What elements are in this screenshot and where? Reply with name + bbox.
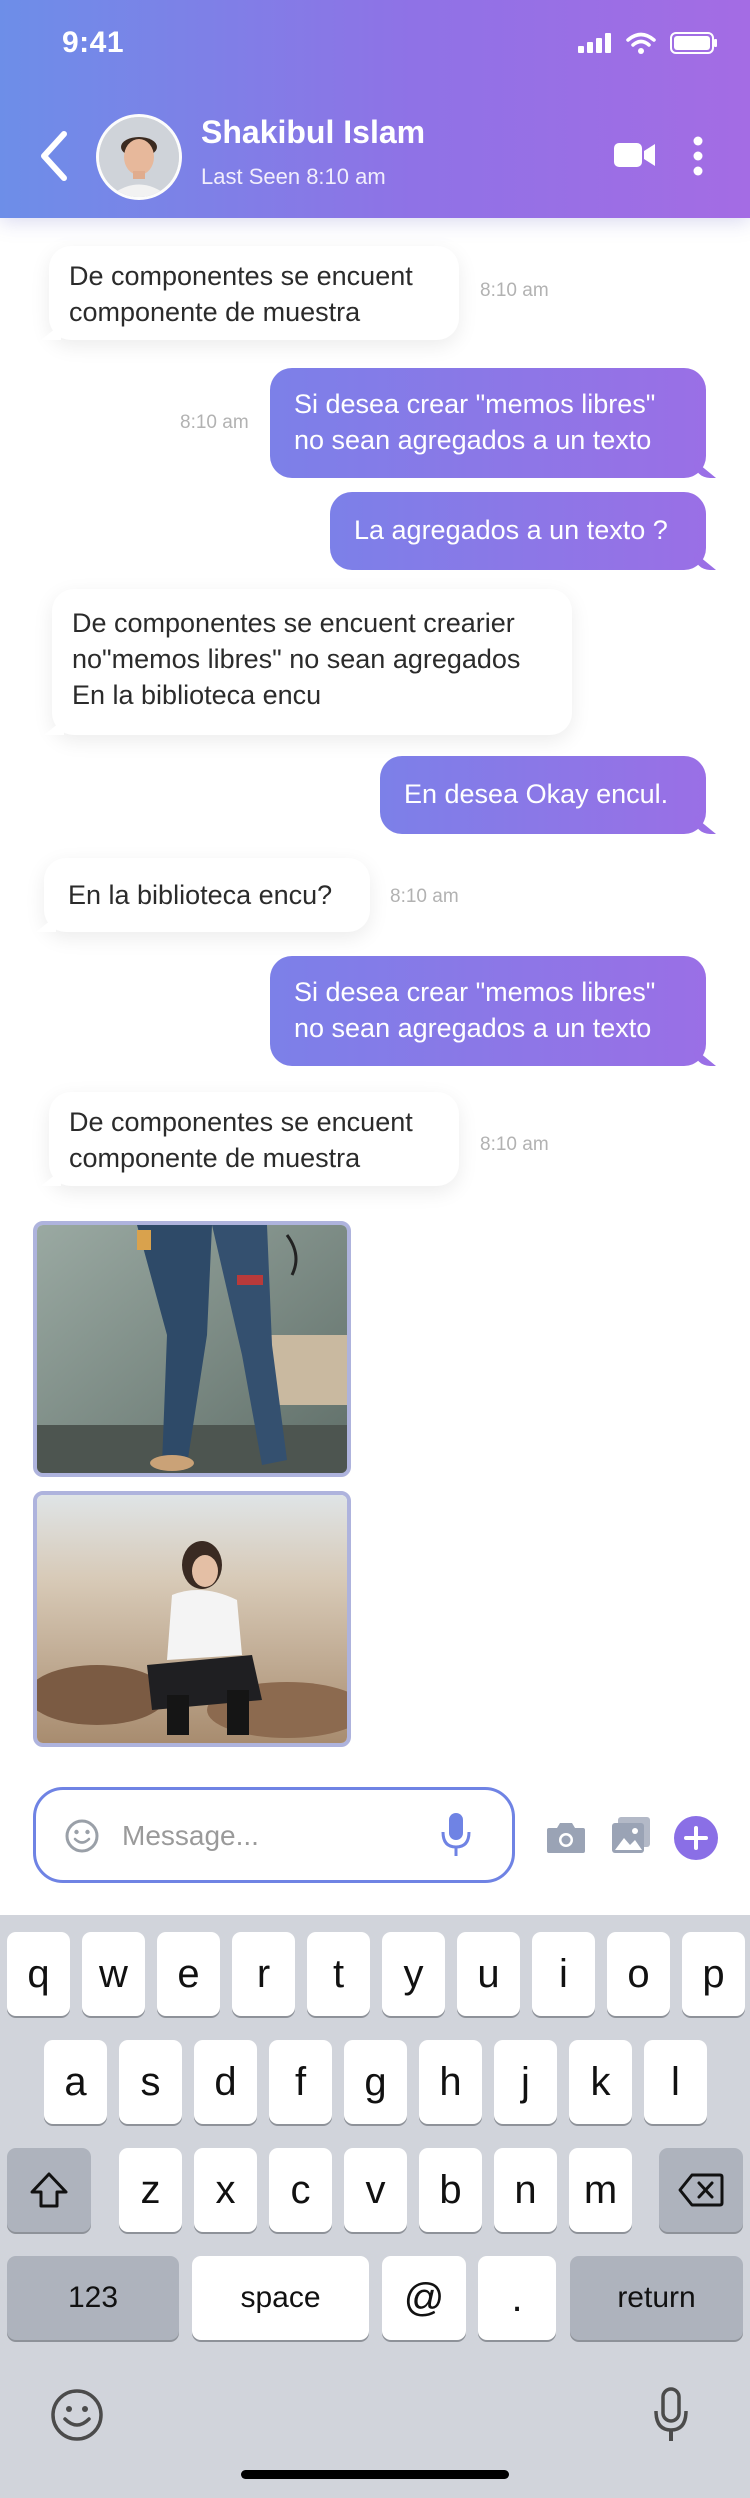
key-d[interactable]: d bbox=[194, 2040, 257, 2124]
message-input[interactable]: Message... bbox=[122, 1820, 259, 1852]
key-k[interactable]: k bbox=[569, 2040, 632, 2124]
chat-messages: De componentes se encuent componente de … bbox=[0, 218, 750, 1758]
emoji-keyboard-icon[interactable] bbox=[49, 2387, 105, 2443]
key-z[interactable]: z bbox=[119, 2148, 182, 2232]
photo-image bbox=[37, 1495, 347, 1743]
message-incoming[interactable]: De componentes se encuent componente de … bbox=[49, 1092, 459, 1186]
video-call-icon[interactable] bbox=[614, 140, 656, 170]
keyboard: q w e r t y u i o p a s d f g h j k l z … bbox=[0, 1915, 750, 2498]
message-outgoing[interactable]: Si desea crear "memos libres" no sean ag… bbox=[270, 956, 706, 1066]
chat-header: 9:41 Shakibul Islam Last Seen 8:10 am bbox=[0, 0, 750, 218]
key-h[interactable]: h bbox=[419, 2040, 482, 2124]
shift-icon bbox=[30, 2172, 68, 2208]
photo-woman-sitting-desert[interactable] bbox=[33, 1491, 351, 1747]
key-a[interactable]: a bbox=[44, 2040, 107, 2124]
message-time: 8:10 am bbox=[480, 280, 549, 301]
key-r[interactable]: r bbox=[232, 1932, 295, 2016]
key-j[interactable]: j bbox=[494, 2040, 557, 2124]
gallery-icon[interactable] bbox=[610, 1816, 652, 1856]
key-y[interactable]: y bbox=[382, 1932, 445, 2016]
delete-key[interactable] bbox=[659, 2148, 743, 2232]
key-b[interactable]: b bbox=[419, 2148, 482, 2232]
signal-icon bbox=[578, 33, 611, 53]
backspace-icon bbox=[678, 2173, 724, 2207]
key-g[interactable]: g bbox=[344, 2040, 407, 2124]
key-u[interactable]: u bbox=[457, 1932, 520, 2016]
photo-image bbox=[37, 1225, 347, 1473]
microphone-icon[interactable] bbox=[440, 1812, 472, 1858]
home-indicator bbox=[241, 2470, 509, 2479]
key-m[interactable]: m bbox=[569, 2148, 632, 2232]
at-key[interactable]: @ bbox=[382, 2256, 466, 2340]
status-time: 9:41 bbox=[62, 26, 125, 59]
camera-icon[interactable] bbox=[546, 1820, 586, 1854]
wifi-icon bbox=[626, 32, 656, 54]
message-incoming[interactable]: De componentes se encuent componente de … bbox=[49, 246, 459, 340]
key-o[interactable]: o bbox=[607, 1932, 670, 2016]
battery-icon bbox=[670, 32, 717, 54]
key-p[interactable]: p bbox=[682, 1932, 745, 2016]
avatar[interactable] bbox=[96, 114, 182, 200]
key-x[interactable]: x bbox=[194, 2148, 257, 2232]
key-e[interactable]: e bbox=[157, 1932, 220, 2016]
message-incoming[interactable]: De componentes se encuent crearier no"me… bbox=[52, 589, 572, 735]
key-f[interactable]: f bbox=[269, 2040, 332, 2124]
message-time: 8:10 am bbox=[180, 412, 249, 433]
key-t[interactable]: t bbox=[307, 1932, 370, 2016]
emoji-icon[interactable] bbox=[64, 1818, 100, 1854]
key-c[interactable]: c bbox=[269, 2148, 332, 2232]
key-i[interactable]: i bbox=[532, 1932, 595, 2016]
key-q[interactable]: q bbox=[7, 1932, 70, 2016]
message-incoming[interactable]: En la biblioteca encu? bbox=[44, 858, 370, 932]
message-outgoing[interactable]: En desea Okay encul. bbox=[380, 756, 706, 834]
more-vertical-icon[interactable] bbox=[690, 136, 706, 176]
shift-key[interactable] bbox=[7, 2148, 91, 2232]
key-v[interactable]: v bbox=[344, 2148, 407, 2232]
dot-key[interactable]: . bbox=[478, 2256, 556, 2340]
plus-icon[interactable] bbox=[673, 1815, 719, 1861]
avatar-portrait bbox=[99, 117, 179, 197]
key-w[interactable]: w bbox=[82, 1932, 145, 2016]
numbers-key[interactable]: 123 bbox=[7, 2256, 179, 2340]
message-composer[interactable]: Message... bbox=[33, 1787, 515, 1883]
photo-jeans-legs[interactable] bbox=[33, 1221, 351, 1477]
dictation-icon[interactable] bbox=[653, 2387, 689, 2443]
space-key[interactable]: space bbox=[192, 2256, 369, 2340]
message-time: 8:10 am bbox=[390, 886, 459, 907]
message-outgoing[interactable]: Si desea crear "memos libres" no sean ag… bbox=[270, 368, 706, 478]
message-outgoing[interactable]: La agregados a un texto ? bbox=[330, 492, 706, 570]
message-time: 8:10 am bbox=[480, 1134, 549, 1155]
return-key[interactable]: return bbox=[570, 2256, 743, 2340]
key-s[interactable]: s bbox=[119, 2040, 182, 2124]
last-seen: Last Seen 8:10 am bbox=[201, 164, 386, 189]
status-icons bbox=[578, 32, 718, 54]
contact-name: Shakibul Islam bbox=[201, 114, 426, 150]
key-l[interactable]: l bbox=[644, 2040, 707, 2124]
back-arrow-icon[interactable] bbox=[36, 128, 76, 184]
key-n[interactable]: n bbox=[494, 2148, 557, 2232]
